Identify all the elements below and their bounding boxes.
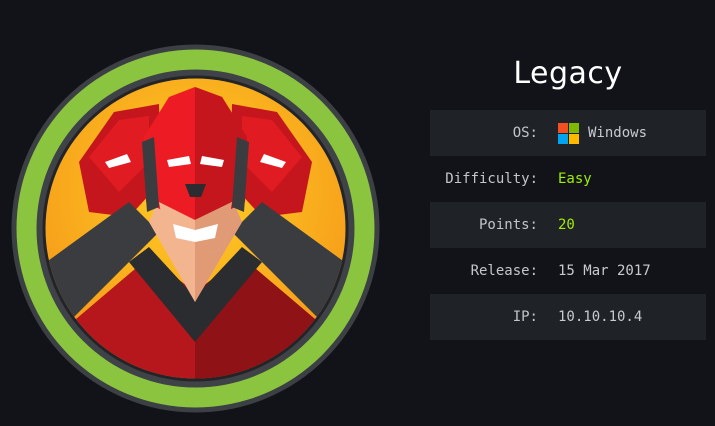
info-value-ip: 10.10.10.4 [558,309,643,325]
info-row-os: OS: Windows [430,110,706,156]
info-label-os: OS: [512,125,538,141]
info-value-difficulty: Easy [558,171,592,187]
info-value-os: Windows [558,122,648,144]
os-name: Windows [588,125,648,141]
info-label-release: Release: [470,263,538,279]
info-label-points: Points: [478,217,538,233]
info-row-ip: IP: 10.10.10.4 [430,294,706,340]
info-row-points: Points: 20 [430,202,706,248]
info-row-release: Release: 15 Mar 2017 [430,248,706,294]
info-label-difficulty: Difficulty: [445,171,538,187]
machine-info-table: OS: Windows Difficulty: Easy Points: 20 … [430,110,706,340]
machine-avatar [11,44,380,413]
info-row-difficulty: Difficulty: Easy [430,156,706,202]
info-value-release: 15 Mar 2017 [558,263,651,279]
windows-icon [558,122,579,144]
info-label-ip: IP: [512,309,538,325]
info-value-points: 20 [558,217,575,233]
machine-title: Legacy [513,56,623,91]
